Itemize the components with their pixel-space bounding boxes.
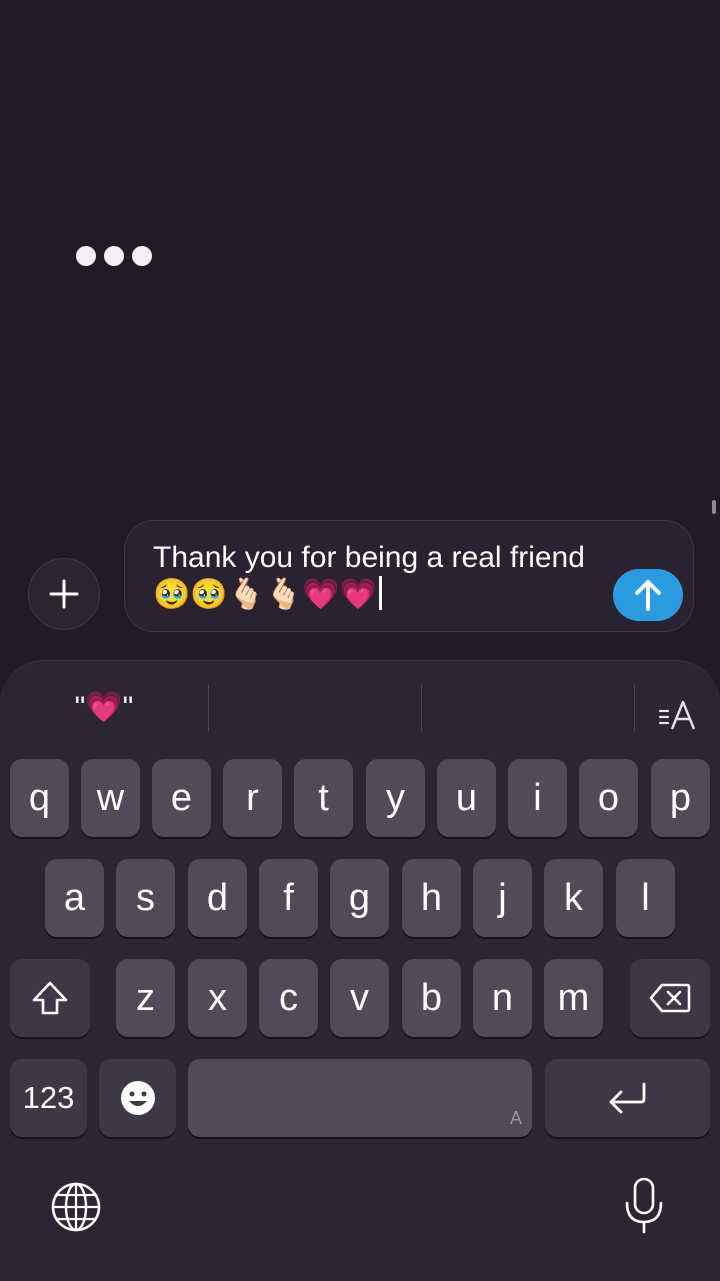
key-label: c bbox=[279, 976, 298, 1019]
key-label: z bbox=[136, 976, 155, 1019]
key-g[interactable]: g bbox=[330, 859, 389, 937]
key-label: e bbox=[170, 776, 193, 819]
key-label: v bbox=[350, 976, 369, 1019]
send-button[interactable] bbox=[613, 569, 683, 621]
key-label: k bbox=[564, 876, 583, 919]
key-label: s bbox=[136, 876, 155, 919]
key-v[interactable]: v bbox=[330, 959, 389, 1037]
key-label: l bbox=[641, 876, 650, 919]
delete-icon bbox=[649, 983, 691, 1013]
key-u[interactable]: u bbox=[437, 759, 496, 837]
key-label: w bbox=[96, 776, 125, 819]
typing-dot bbox=[104, 246, 124, 266]
key-label: o bbox=[597, 776, 620, 819]
message-text-value: Thank you for being a real friend🥹🥹🫰🏻🫰🏻💗… bbox=[153, 541, 585, 611]
numbers-key[interactable]: 123 bbox=[10, 1059, 87, 1137]
key-q[interactable]: q bbox=[10, 759, 69, 837]
key-n[interactable]: n bbox=[473, 959, 532, 1037]
key-m[interactable]: m bbox=[544, 959, 603, 1037]
emoji-icon bbox=[120, 1081, 155, 1115]
key-label: t bbox=[318, 776, 329, 819]
key-c[interactable]: c bbox=[259, 959, 318, 1037]
key-a[interactable]: a bbox=[45, 859, 104, 937]
key-label: j bbox=[498, 876, 507, 919]
key-f[interactable]: f bbox=[259, 859, 318, 937]
suggestion-bar: "💗" bbox=[0, 661, 720, 761]
suggestion-3[interactable] bbox=[428, 683, 628, 733]
key-t[interactable]: t bbox=[294, 759, 353, 837]
key-i[interactable]: i bbox=[508, 759, 567, 837]
typing-dot bbox=[76, 246, 96, 266]
globe-icon[interactable] bbox=[48, 1179, 104, 1235]
key-l[interactable]: l bbox=[616, 859, 675, 937]
language-hint: A bbox=[509, 1108, 522, 1128]
message-text: Thank you for being a real friend🥹🥹🫰🏻🫰🏻💗… bbox=[153, 539, 593, 613]
key-j[interactable]: j bbox=[473, 859, 532, 937]
key-label: u bbox=[455, 776, 478, 819]
return-icon bbox=[609, 1082, 645, 1114]
key-label: n bbox=[491, 976, 514, 1019]
shift-icon bbox=[32, 981, 68, 1015]
key-z[interactable]: z bbox=[116, 959, 175, 1037]
key-label: r bbox=[246, 776, 259, 819]
scroll-indicator[interactable] bbox=[712, 500, 716, 514]
key-b[interactable]: b bbox=[402, 959, 461, 1037]
text-format-icon[interactable] bbox=[654, 695, 704, 737]
key-label: y bbox=[386, 776, 405, 819]
key-label: b bbox=[420, 976, 443, 1019]
suggestion-1[interactable]: "💗" bbox=[4, 683, 204, 733]
key-p[interactable]: p bbox=[651, 759, 710, 837]
suggestion-divider bbox=[421, 685, 422, 731]
key-x[interactable]: x bbox=[188, 959, 247, 1037]
key-label: m bbox=[557, 976, 590, 1019]
key-o[interactable]: o bbox=[579, 759, 638, 837]
suggestion-2[interactable] bbox=[215, 683, 415, 733]
microphone-icon[interactable] bbox=[618, 1173, 670, 1239]
suggestion-divider bbox=[208, 685, 209, 731]
key-w[interactable]: w bbox=[81, 759, 140, 837]
message-input[interactable]: Thank you for being a real friend🥹🥹🫰🏻🫰🏻💗… bbox=[124, 520, 694, 632]
key-label: p bbox=[669, 776, 692, 819]
key-label: x bbox=[208, 976, 227, 1019]
typing-indicator bbox=[76, 246, 152, 266]
key-label: 123 bbox=[22, 1080, 75, 1115]
key-label: q bbox=[28, 776, 51, 819]
keyboard: "💗" q w e r t y u i o p a s d f g h j k … bbox=[0, 660, 720, 1281]
suggestion-divider bbox=[634, 685, 635, 731]
key-label: f bbox=[283, 876, 294, 919]
key-k[interactable]: k bbox=[544, 859, 603, 937]
delete-key[interactable] bbox=[630, 959, 710, 1037]
key-h[interactable]: h bbox=[402, 859, 461, 937]
plus-icon bbox=[49, 579, 79, 609]
key-label: h bbox=[420, 876, 443, 919]
key-s[interactable]: s bbox=[116, 859, 175, 937]
shift-key[interactable] bbox=[10, 959, 90, 1037]
key-e[interactable]: e bbox=[152, 759, 211, 837]
return-key[interactable] bbox=[545, 1059, 710, 1137]
key-label: g bbox=[348, 876, 371, 919]
key-label: d bbox=[206, 876, 229, 919]
key-y[interactable]: y bbox=[366, 759, 425, 837]
add-attachment-button[interactable] bbox=[28, 558, 100, 630]
emoji-key[interactable] bbox=[99, 1059, 176, 1137]
key-label: i bbox=[533, 776, 542, 819]
space-key[interactable]: A bbox=[188, 1059, 532, 1137]
arrow-up-icon bbox=[635, 580, 661, 611]
key-label: a bbox=[63, 876, 86, 919]
text-caret bbox=[379, 576, 383, 610]
key-r[interactable]: r bbox=[223, 759, 282, 837]
typing-dot bbox=[132, 246, 152, 266]
key-d[interactable]: d bbox=[188, 859, 247, 937]
